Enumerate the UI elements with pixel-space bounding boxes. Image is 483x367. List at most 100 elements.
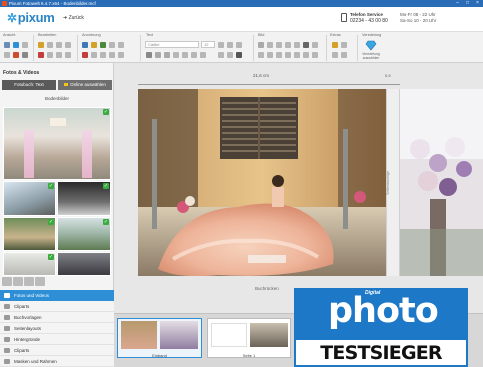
image-mask-icon[interactable]: [303, 42, 309, 48]
image-crop-icon[interactable]: [267, 42, 273, 48]
page-thumb-1[interactable]: [207, 318, 291, 358]
text-color-icon[interactable]: [173, 52, 179, 58]
text-shadow-icon[interactable]: [227, 42, 233, 48]
grid-snap-icon[interactable]: [118, 52, 124, 58]
nav-masks[interactable]: Masken und Rahmen: [0, 356, 114, 367]
window-titlebar: Pixum Fotowelt 6.4.7.x64 - Bodenbilder.m…: [0, 0, 483, 7]
undo-icon[interactable]: [38, 42, 44, 48]
nav-photos[interactable]: Fotos und Videos: [0, 290, 114, 301]
image-rotate-icon[interactable]: [276, 42, 282, 48]
extras-star-icon[interactable]: [332, 42, 338, 48]
align-left-icon[interactable]: [182, 52, 188, 58]
filter-icon[interactable]: [35, 277, 45, 286]
copy-icon[interactable]: [65, 42, 71, 48]
align-right-icon[interactable]: [200, 52, 206, 58]
magic-icon[interactable]: [13, 52, 19, 58]
align-center-icon[interactable]: [191, 52, 197, 58]
zoom-in-icon[interactable]: [2, 277, 12, 286]
image-mirror-icon[interactable]: [285, 42, 291, 48]
image-border-icon[interactable]: [312, 42, 318, 48]
close-icon[interactable]: ×: [474, 1, 481, 6]
nav-cliparts[interactable]: Cliparts: [0, 301, 114, 312]
extras-qr-icon[interactable]: [341, 52, 347, 58]
indent-icon[interactable]: [227, 52, 233, 58]
cut-icon[interactable]: [56, 42, 62, 48]
snap-icon[interactable]: [109, 52, 115, 58]
online-select-button[interactable]: Online auswählen: [58, 80, 112, 90]
crop-icon[interactable]: [65, 52, 71, 58]
badge-photo-text: photo: [328, 291, 439, 331]
photo-thumbnail[interactable]: ✓: [57, 217, 111, 251]
zoom-icon[interactable]: [22, 52, 28, 58]
photo-thumbnail[interactable]: [57, 252, 111, 276]
italic-icon[interactable]: [155, 52, 161, 58]
image-effect-icon[interactable]: [294, 42, 300, 48]
extras-calendar-icon[interactable]: [341, 42, 347, 48]
group-label-image: Bild: [258, 33, 265, 37]
nav-layouts[interactable]: Seitenlayouts: [0, 323, 114, 334]
check-icon: ✓: [103, 219, 109, 225]
photo-thumbnail[interactable]: ✓: [3, 217, 56, 251]
font-select[interactable]: Calibri: [145, 41, 199, 48]
group-icon[interactable]: [118, 42, 124, 48]
text-more-icon[interactable]: [236, 52, 242, 58]
text-box-icon[interactable]: [218, 42, 224, 48]
list-icon[interactable]: [218, 52, 224, 58]
page-label: Buchrücken: [255, 286, 279, 291]
image-frame-icon[interactable]: [258, 42, 264, 48]
group-label-edit: Bearbeiten: [38, 33, 57, 37]
clipart2-icon: [4, 348, 10, 353]
send-back-icon[interactable]: [91, 42, 97, 48]
font-size-select[interactable]: 12: [201, 41, 215, 48]
photo-thumbnail[interactable]: ✓: [3, 107, 111, 180]
maximize-icon[interactable]: □: [464, 1, 471, 6]
page-thumb-cover[interactable]: [117, 318, 202, 358]
folder-button[interactable]: Fotobuch: Text: [2, 80, 56, 90]
nav-backgrounds[interactable]: Hintergründe: [0, 334, 114, 345]
filter-icon[interactable]: [303, 52, 309, 58]
duplicate-icon[interactable]: [56, 52, 62, 58]
underline-icon[interactable]: [164, 52, 170, 58]
bring-front-icon[interactable]: [82, 42, 88, 48]
flip-icon[interactable]: [91, 52, 97, 58]
saturation-icon[interactable]: [276, 52, 282, 58]
frame-icon: [4, 359, 10, 364]
view-page-icon[interactable]: [4, 42, 10, 48]
check-icon: ✓: [48, 254, 54, 260]
image-more-icon[interactable]: [312, 52, 318, 58]
photo-thumbnail[interactable]: ✓: [3, 252, 56, 276]
align-icon[interactable]: [100, 42, 106, 48]
back-photo[interactable]: [400, 89, 483, 276]
brightness-icon[interactable]: [258, 52, 264, 58]
paste-icon[interactable]: [47, 52, 53, 58]
line-spacing-icon[interactable]: [236, 42, 242, 48]
grid-icon[interactable]: [4, 52, 10, 58]
photo-thumbnail[interactable]: ✓: [57, 181, 111, 216]
cover-photo[interactable]: [138, 89, 386, 276]
extras-map-icon[interactable]: [332, 52, 338, 58]
view-double-icon[interactable]: [13, 42, 19, 48]
sort-icon[interactable]: [24, 277, 34, 286]
redo-icon[interactable]: [47, 42, 53, 48]
group-label-text: Text: [146, 33, 153, 37]
finish-select-label[interactable]: Veredelung auswählen: [358, 52, 384, 60]
bold-icon[interactable]: [146, 52, 152, 58]
contrast-icon[interactable]: [267, 52, 273, 58]
check-icon: ✓: [103, 183, 109, 189]
photo-thumbnail[interactable]: ✓: [3, 181, 56, 216]
badge-digital-text: Digital: [365, 290, 381, 296]
zoom-out-icon[interactable]: [13, 277, 23, 286]
minimize-icon[interactable]: –: [454, 1, 461, 6]
nav-templates[interactable]: Buchvorlagen: [0, 312, 114, 323]
rotate-icon[interactable]: [82, 52, 88, 58]
back-button[interactable]: ➜ Zurück: [63, 15, 84, 21]
preview-icon[interactable]: [22, 42, 28, 48]
distribute-icon[interactable]: [109, 42, 115, 48]
redeye-icon[interactable]: [294, 52, 300, 58]
lock-icon[interactable]: [100, 52, 106, 58]
nav-cliparts-2[interactable]: Cliparts: [0, 345, 114, 356]
delete-icon[interactable]: [38, 52, 44, 58]
clipart-icon: [4, 304, 10, 309]
diamond-icon[interactable]: [365, 40, 377, 51]
sharpen-icon[interactable]: [285, 52, 291, 58]
